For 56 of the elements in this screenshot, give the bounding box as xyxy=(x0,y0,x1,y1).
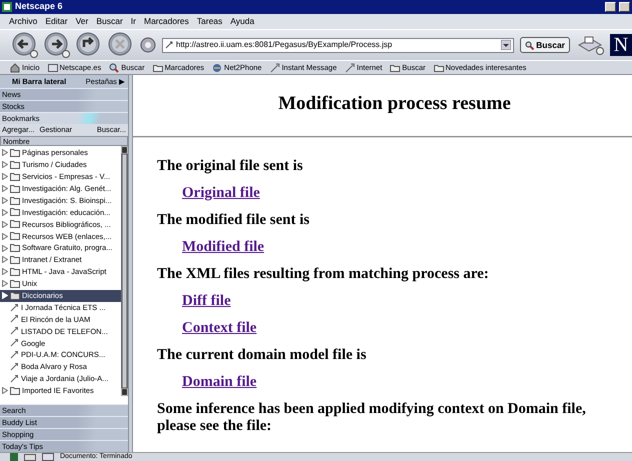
reload-button[interactable] xyxy=(76,32,102,58)
bookmark-icon xyxy=(10,374,19,383)
portal-icon xyxy=(48,62,58,72)
bookmark-icon xyxy=(10,339,19,348)
composer-icon[interactable] xyxy=(42,453,54,461)
folder-icon xyxy=(434,62,444,72)
file-link[interactable]: Original file xyxy=(182,185,260,202)
security-icon xyxy=(10,453,18,461)
app-icon xyxy=(2,2,12,12)
restore-button[interactable] xyxy=(619,2,630,12)
scrollbar[interactable] xyxy=(121,146,128,396)
file-link[interactable]: Modified file xyxy=(182,239,264,256)
bookmark-icon xyxy=(10,327,19,336)
paragraph: The modified file sent is xyxy=(157,212,310,229)
url-field[interactable]: http://astreo.ii.uam.es:8081/Pegasus/ByExample/Process.jsp xyxy=(162,38,514,52)
folder-icon xyxy=(390,62,400,72)
home-icon xyxy=(10,62,20,72)
menu-item[interactable]: Ayuda xyxy=(230,15,254,28)
window-title: Netscape 6 xyxy=(15,0,63,14)
minimize-button[interactable] xyxy=(605,2,616,12)
bookmark-icon xyxy=(10,362,19,371)
bookmark-icon xyxy=(270,62,280,72)
folder-icon xyxy=(152,62,163,72)
dropdown-icon[interactable] xyxy=(501,40,512,50)
globe-icon xyxy=(212,62,222,72)
mail-icon[interactable] xyxy=(24,453,36,461)
search-button[interactable]: Buscar xyxy=(520,37,570,53)
file-link[interactable]: Diff file xyxy=(182,293,231,310)
back-button[interactable] xyxy=(12,32,38,58)
stop-button[interactable] xyxy=(108,32,134,58)
menu-item[interactable]: Tareas xyxy=(196,15,222,28)
search-icon xyxy=(109,62,120,72)
bookmark-icon xyxy=(10,351,19,360)
menu-item[interactable]: Buscar xyxy=(96,15,123,28)
file-link[interactable]: Context file xyxy=(182,320,257,337)
page-heading: Modification process resume xyxy=(277,92,512,116)
menu-item[interactable]: Archivo xyxy=(9,15,38,28)
search-icon xyxy=(525,40,534,50)
paragraph: The original file sent is xyxy=(157,158,304,175)
paragraph: Some inference has been applied modifying context on Domain file, please see the file: xyxy=(157,401,587,435)
menu-item[interactable]: Ir xyxy=(130,15,136,28)
bookmark-icon xyxy=(10,315,19,324)
go-button[interactable] xyxy=(140,37,156,53)
menu-item[interactable]: Editar xyxy=(45,15,68,28)
bookmark-icon xyxy=(344,62,355,72)
forward-button[interactable] xyxy=(44,32,70,58)
bookmark-icon xyxy=(10,304,19,312)
bookmark-icon xyxy=(165,41,173,49)
menu-item[interactable]: Marcadores xyxy=(144,15,189,28)
folder-icon xyxy=(10,386,20,395)
paragraph: The current domain model file is xyxy=(157,347,368,364)
menu-item[interactable]: Ver xyxy=(76,15,88,28)
netscape-logo[interactable]: N xyxy=(610,34,632,56)
expand-icon xyxy=(2,387,8,394)
file-link[interactable]: Domain file xyxy=(182,374,257,391)
paragraph: The XML files resulting from matching process are: xyxy=(157,266,490,283)
